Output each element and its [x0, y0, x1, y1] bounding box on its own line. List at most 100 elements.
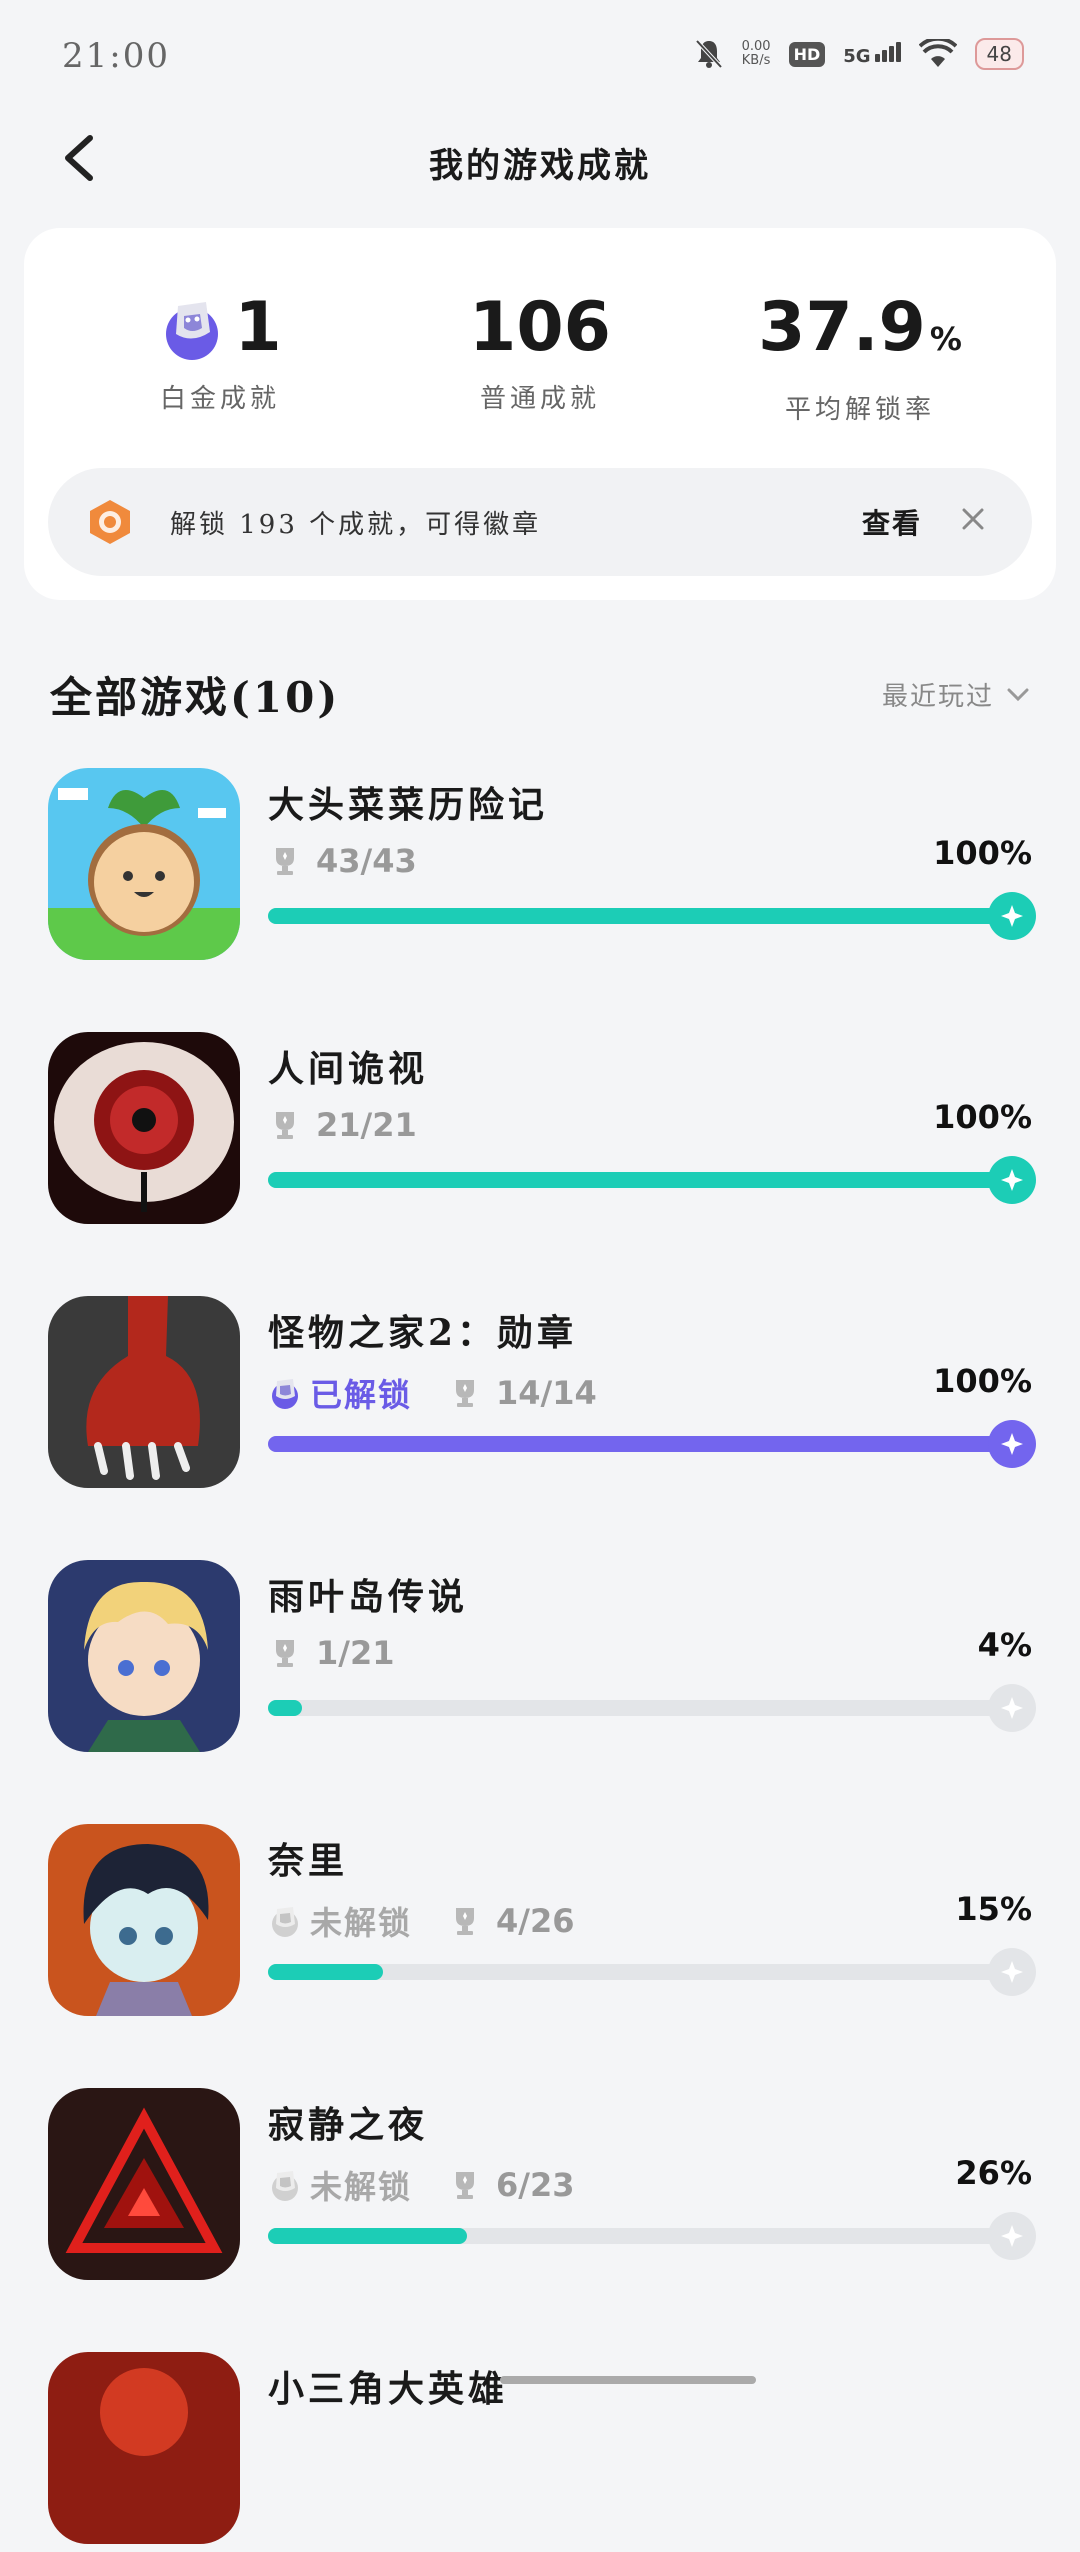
- net-speed-value: 0.00: [741, 39, 771, 54]
- progress-track: [268, 1420, 1036, 1468]
- platinum-stat: 1 白金成就: [60, 288, 380, 415]
- platinum-status: 已解锁: [268, 1370, 412, 1416]
- game-meta: 1/21: [268, 1634, 394, 1672]
- platinum-trophy-locked-icon: [272, 2171, 298, 2201]
- game-row[interactable]: 大头菜菜历险记 43/43 100%: [0, 768, 1080, 968]
- progress-fill: [268, 908, 1032, 924]
- badge-medal-icon: [90, 500, 130, 544]
- progress-star-icon: [988, 892, 1036, 940]
- trophy-icon: [456, 2172, 475, 2199]
- completion-percent: 100%: [933, 1098, 1032, 1136]
- sort-dropdown[interactable]: 最近玩过: [882, 676, 1030, 713]
- game-icon-monster-house-2: [48, 1296, 240, 1488]
- progress-star-icon: [988, 1420, 1036, 1468]
- network-label: 5G: [843, 45, 871, 67]
- page-title: 我的游戏成就: [429, 146, 651, 186]
- wifi-icon: [918, 39, 957, 69]
- game-row[interactable]: 人间诡视 21/21 100%: [0, 1032, 1080, 1232]
- progress-fill: [268, 2228, 467, 2244]
- completion-percent: 4%: [977, 1626, 1032, 1664]
- normal-count: 106: [469, 288, 611, 367]
- platinum-status-label: 未解锁: [310, 2168, 413, 2206]
- game-row[interactable]: 怪物之家2：勋章 已解锁 14/14 100%: [0, 1296, 1080, 1496]
- game-name: 怪物之家2：勋章: [268, 1312, 578, 1354]
- net-speed-unit: KB/s: [741, 53, 771, 68]
- achievement-count: 1/21: [316, 1634, 395, 1672]
- platinum-status: 未解锁: [268, 1898, 412, 1944]
- game-name: 雨叶岛传说: [268, 1576, 469, 1618]
- platinum-status-label: 已解锁: [310, 1376, 413, 1414]
- game-row[interactable]: 奈里 未解锁 4/26 15%: [0, 1824, 1080, 2024]
- game-icon-renjianguishi: [48, 1032, 240, 1224]
- sort-label: 最近玩过: [881, 682, 994, 712]
- badge-banner: 解锁 193 个成就，可得徽章 查看: [48, 468, 1032, 576]
- trophy-icon: [456, 1908, 475, 1935]
- progress-star-icon: [988, 1948, 1036, 1996]
- summary-card: 1 白金成就 106 普通成就 37.9% 平均解锁率 解锁 193 个成就，可…: [24, 228, 1056, 600]
- game-icon-xiaosanjiao: [48, 2352, 240, 2544]
- platinum-status: 未解锁: [268, 2162, 412, 2208]
- platinum-trophy-locked-icon: [272, 1907, 298, 1937]
- status-time: 21:00: [62, 36, 170, 76]
- cellular-5g-icon: 5G: [843, 41, 901, 67]
- game-icon-naili: [48, 1824, 240, 2016]
- game-icon-jijingzhiye: [48, 2088, 240, 2280]
- game-name: 大头菜菜历险记: [268, 784, 549, 826]
- game-icon-yuyedao: [48, 1560, 240, 1752]
- progress-track: [268, 1948, 1036, 1996]
- status-icons: 0.00 KB/s HD 5G 48: [694, 38, 1024, 70]
- net-speed: 0.00 KB/s: [742, 40, 771, 68]
- platinum-trophy-icon: [166, 302, 219, 360]
- trophy-icon: [276, 1640, 294, 1667]
- platinum-status-label: 未解锁: [310, 1904, 413, 1942]
- achievement-count: 43/43: [316, 842, 417, 880]
- chevron-down-icon: [1007, 688, 1029, 701]
- progress-track: [268, 2212, 1036, 2260]
- progress-track: [268, 1156, 1036, 1204]
- game-meta: 未解锁 6/23: [268, 2162, 575, 2208]
- rate-label: 平均解锁率: [784, 395, 935, 425]
- all-games-title: 全部游戏(10): [50, 673, 341, 722]
- platinum-count: 1: [234, 288, 282, 367]
- view-badge-button[interactable]: 查看: [862, 502, 922, 542]
- progress-fill: [268, 1436, 1032, 1452]
- trophy-icon: [276, 1112, 294, 1139]
- normal-stat: 106 普通成就: [380, 288, 700, 415]
- game-meta: 已解锁 14/14: [268, 1370, 597, 1416]
- completion-percent: 100%: [933, 1362, 1032, 1400]
- progress-fill: [268, 1700, 302, 1716]
- platinum-label: 白金成就: [159, 384, 280, 414]
- badge-banner-text: 解锁 193 个成就，可得徽章: [170, 510, 542, 540]
- progress-fill: [268, 1964, 383, 1980]
- game-row[interactable]: 雨叶岛传说 1/21 4%: [0, 1560, 1080, 1760]
- achievement-count: 4/26: [496, 1902, 575, 1940]
- progress-star-icon: [988, 1684, 1036, 1732]
- mute-bell-icon: [694, 38, 724, 70]
- achievement-count: 21/21: [316, 1106, 417, 1144]
- normal-label: 普通成就: [479, 384, 600, 414]
- game-name: 寂静之夜: [268, 2104, 429, 2146]
- progress-track: [268, 892, 1036, 940]
- rate-stat: 37.9% 平均解锁率: [700, 288, 1020, 426]
- achievement-count: 14/14: [496, 1374, 597, 1412]
- trophy-icon: [276, 848, 294, 875]
- game-name: 人间诡视: [268, 1048, 429, 1090]
- rate-unit: %: [929, 320, 962, 358]
- close-icon: [962, 508, 984, 530]
- scroll-indicator: [500, 2376, 756, 2384]
- close-banner-button[interactable]: [956, 502, 990, 536]
- game-meta: 未解锁 4/26: [268, 1898, 575, 1944]
- game-name: 奈里: [268, 1840, 349, 1882]
- battery-indicator: 48: [974, 38, 1024, 70]
- completion-percent: 26%: [955, 2154, 1032, 2192]
- trophy-icon: [456, 1380, 475, 1407]
- progress-star-icon: [988, 2212, 1036, 2260]
- completion-percent: 15%: [955, 1890, 1032, 1928]
- app-header: 我的游戏成就: [0, 110, 1080, 210]
- game-meta: 21/21: [268, 1106, 417, 1144]
- game-meta: 43/43: [268, 842, 417, 880]
- game-row[interactable]: 寂静之夜 未解锁 6/23 26%: [0, 2088, 1080, 2288]
- game-icon-datoucaicai: [48, 768, 240, 960]
- status-bar: 21:00 0.00 KB/s HD 5G 48: [0, 0, 1080, 110]
- rate-value: 37.9: [758, 288, 926, 367]
